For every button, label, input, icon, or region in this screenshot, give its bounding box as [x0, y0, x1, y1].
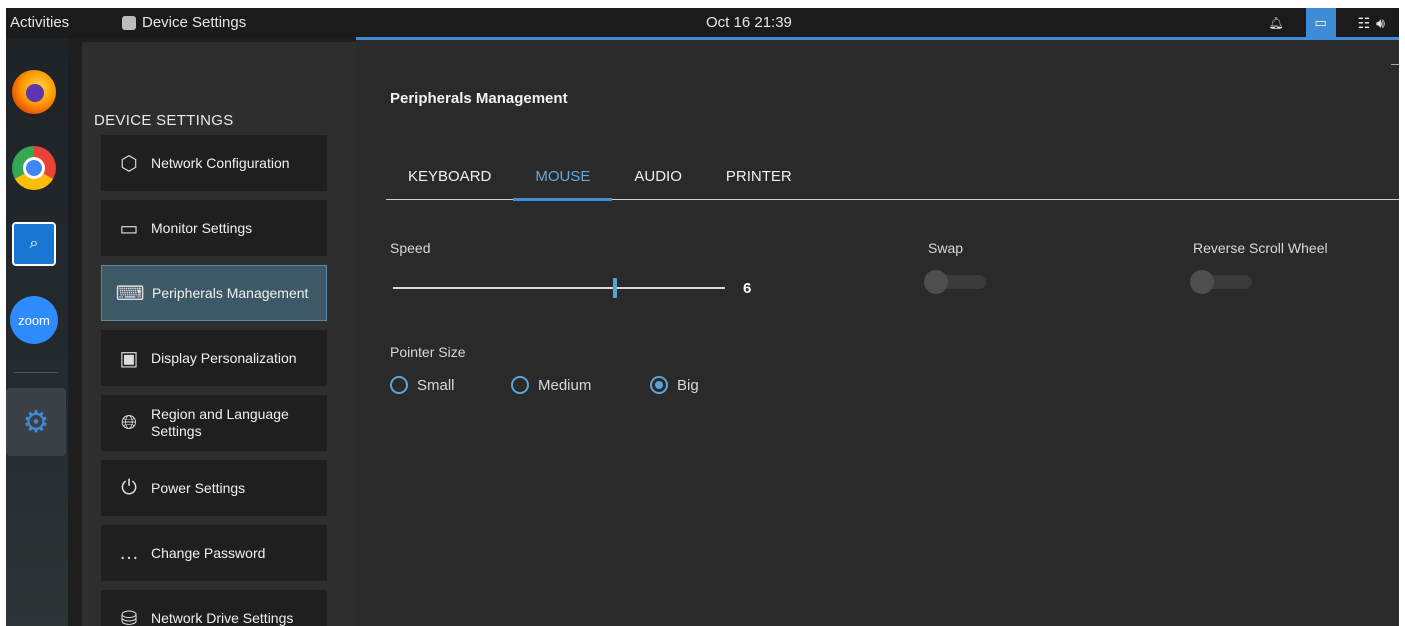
scrollbar-indicator[interactable]	[1391, 64, 1399, 65]
sidebar-header: DEVICE SETTINGS	[94, 112, 234, 129]
network-volume-status-icon[interactable]: ☷🔊︎	[1358, 15, 1391, 32]
keyboard-icon: ⌨	[115, 282, 145, 305]
sidebar-item-label: Region and Language Settings	[151, 406, 289, 439]
notification-bell-icon[interactable]: 🔔︎	[1268, 16, 1283, 30]
monitor-icon: ▭	[119, 217, 139, 240]
sidebar-item-network-configuration[interactable]: ⬡ Network Configuration	[101, 135, 327, 191]
speed-value: 6	[743, 280, 752, 297]
tab-audio[interactable]: AUDIO	[612, 152, 704, 200]
zoom-label: zoom	[10, 296, 58, 344]
pointer-size-label: Pointer Size	[390, 344, 466, 360]
zoom-icon[interactable]: zoom	[10, 296, 58, 344]
activities-button[interactable]: Activities	[10, 14, 69, 31]
network-icon: ⬡	[120, 152, 138, 175]
pointer-size-small-radio[interactable]: Small	[390, 376, 455, 394]
app-name-label: Device Settings	[142, 14, 247, 31]
pointer-size-big-radio[interactable]: Big	[650, 376, 699, 394]
display-icon: ▣	[119, 347, 139, 370]
dock: ⌕ zoom ⚙	[6, 38, 68, 626]
tab-printer[interactable]: PRINTER	[704, 152, 814, 200]
tab-bar: KEYBOARD MOUSE AUDIO PRINTER	[386, 152, 1399, 201]
speed-slider[interactable]	[393, 278, 725, 298]
globe-icon: 🌐︎	[121, 411, 137, 434]
system-tray: 🔔︎ ▭ ☷🔊︎	[1268, 8, 1391, 38]
tab-keyboard[interactable]: KEYBOARD	[386, 152, 513, 200]
chrome-icon[interactable]	[10, 144, 58, 192]
dock-separator	[14, 372, 58, 373]
device-settings-app-icon	[122, 15, 136, 30]
sidebar-item-label: Change Password	[151, 544, 266, 561]
sidebar-item-label: Monitor Settings	[151, 219, 253, 236]
swap-label: Swap	[928, 240, 964, 256]
sidebar-item-power-settings[interactable]: ⏻ Power Settings	[101, 460, 327, 516]
network-drive-icon: ⛁	[120, 607, 138, 626]
remote-session-icon[interactable]: ▭	[1305, 8, 1336, 38]
sidebar-item-label: Power Settings	[151, 479, 246, 496]
sidebar-item-monitor-settings[interactable]: ▭ Monitor Settings	[101, 200, 327, 256]
main-panel: Peripherals Management KEYBOARD MOUSE AU…	[356, 40, 1399, 626]
reverse-scroll-label: Reverse Scroll Wheel	[1193, 240, 1328, 256]
sidebar-item-peripherals-management[interactable]: ⌨ Peripherals Management	[101, 265, 327, 321]
sidebar-item-label: Display Personalization	[151, 349, 297, 366]
power-plug-icon: ⏻	[121, 476, 137, 499]
sidebar-item-region-language[interactable]: 🌐︎ Region and Language Settings	[101, 395, 327, 451]
password-icon: …	[119, 541, 139, 564]
pointer-size-medium-radio[interactable]: Medium	[511, 376, 591, 394]
speed-label: Speed	[390, 240, 431, 256]
reverse-scroll-toggle[interactable]	[1190, 270, 1252, 294]
app-menu[interactable]: Device Settings	[122, 14, 246, 31]
settings-sidebar: DEVICE SETTINGS ⬡ Network Configuration …	[82, 42, 356, 626]
radio-label: Small	[417, 376, 455, 394]
sidebar-item-display-personalization[interactable]: ▣ Display Personalization	[101, 330, 327, 386]
sidebar-item-network-drive-settings[interactable]: ⛁ Network Drive Settings	[101, 590, 327, 626]
desktop-screen: Activities Device Settings Oct 16 21:39 …	[6, 8, 1399, 626]
tab-mouse[interactable]: MOUSE	[513, 152, 613, 201]
radio-label: Big	[677, 376, 699, 394]
top-bar: Activities Device Settings Oct 16 21:39 …	[6, 8, 1399, 38]
settings-tools-icon[interactable]: ⚙	[6, 388, 66, 456]
swap-toggle[interactable]	[924, 270, 986, 294]
firefox-icon[interactable]	[10, 68, 58, 116]
sidebar-item-label: Network Configuration	[151, 154, 290, 171]
sidebar-item-label: Peripherals Management	[152, 284, 309, 301]
sidebar-item-change-password[interactable]: … Change Password	[101, 525, 327, 581]
page-title: Peripherals Management	[390, 90, 568, 107]
radio-label: Medium	[538, 376, 592, 394]
speed-slider-thumb[interactable]	[613, 278, 618, 298]
sidebar-item-label: Network Drive Settings	[151, 609, 294, 626]
clock[interactable]: Oct 16 21:39	[706, 14, 792, 31]
file-search-icon[interactable]: ⌕	[10, 220, 58, 268]
